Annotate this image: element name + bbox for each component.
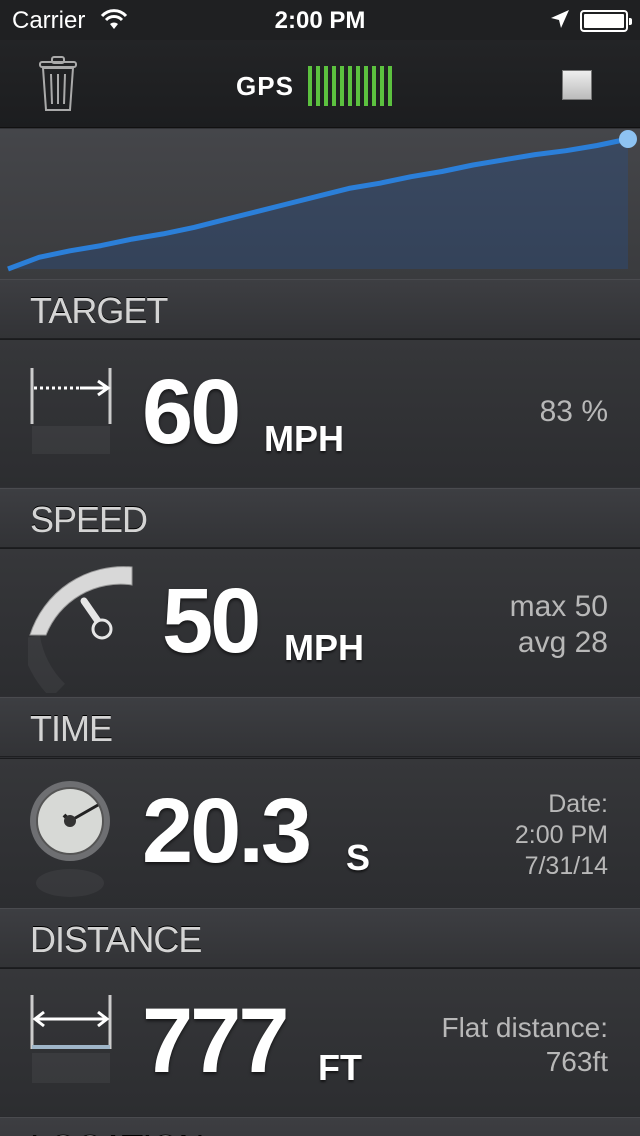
chart-area <box>8 139 628 269</box>
distance-header: DISTANCE <box>0 908 640 968</box>
target-panel[interactable]: 60 MPH 83 % <box>0 339 640 487</box>
distance-stats: Flat distance: 763ft <box>441 1011 608 1079</box>
speed-stats: max 50 avg 28 <box>510 589 608 661</box>
gps-bar <box>315 66 320 106</box>
toolbar: GPS <box>0 40 640 128</box>
battery-icon <box>580 10 632 32</box>
gps-bar <box>371 66 376 106</box>
speedometer-icon <box>28 566 133 693</box>
app-screen: Carrier 2:00 PM GPS TARGET 60 MPH 83 % S… <box>0 0 640 1136</box>
gps-bar <box>339 66 344 106</box>
gps-bar <box>347 66 352 106</box>
gps-bar <box>331 66 336 106</box>
gps-bar <box>379 66 384 106</box>
location-header: LOCATION <box>0 1117 640 1136</box>
gps-bar <box>323 66 328 106</box>
gps-indicator: GPS <box>236 66 396 106</box>
speed-max: max 50 <box>509 590 608 623</box>
target-header: TARGET <box>0 279 640 339</box>
location-title: LOCATION <box>30 1128 204 1136</box>
speed-avg: avg 28 <box>517 626 608 659</box>
speed-value: 50 <box>162 570 261 672</box>
status-bar: Carrier 2:00 PM <box>0 0 640 40</box>
status-time: 2:00 PM <box>274 7 366 34</box>
time-stats: Date: 2:00 PM 7/31/14 <box>515 789 608 882</box>
gps-bar <box>307 66 312 106</box>
time-value: 20.3 <box>142 780 312 882</box>
speed-panel[interactable]: 50 MPH max 50 avg 28 <box>0 548 640 696</box>
date-day: 7/31/14 <box>524 852 608 880</box>
gps-signal-bars <box>307 66 396 106</box>
speed-unit: MPH <box>284 627 364 668</box>
speed-chart <box>0 129 640 279</box>
distance-icon <box>30 995 112 1083</box>
distance-panel[interactable]: 777 FT Flat distance: 763ft <box>0 968 640 1116</box>
trash-icon[interactable] <box>36 56 80 112</box>
distance-title: DISTANCE <box>30 919 202 960</box>
chart-current-point <box>619 130 637 148</box>
distance-unit: FT <box>318 1047 362 1088</box>
speed-title: SPEED <box>30 499 148 540</box>
target-percent: 83 % <box>539 395 608 428</box>
speed-header: SPEED <box>0 488 640 548</box>
stop-button[interactable] <box>562 70 592 100</box>
time-panel[interactable]: 20.3 S Date: 2:00 PM 7/31/14 <box>0 758 640 906</box>
flat-distance-label: Flat distance: <box>441 1012 608 1043</box>
target-unit: MPH <box>264 418 344 459</box>
date-label: Date: <box>548 790 608 818</box>
time-header: TIME <box>0 697 640 757</box>
clock-icon <box>30 781 110 897</box>
flat-distance-value: 763ft <box>545 1046 608 1077</box>
gps-bar <box>355 66 360 106</box>
target-value: 60 <box>142 361 241 463</box>
date-time: 2:00 PM <box>514 821 608 849</box>
gps-bar <box>363 66 368 106</box>
gps-label: GPS <box>236 70 294 101</box>
target-title: TARGET <box>30 290 168 331</box>
gps-bar <box>387 66 392 106</box>
location-services-icon <box>551 10 569 28</box>
distance-value: 777 <box>142 990 289 1092</box>
time-title: TIME <box>30 708 113 749</box>
time-unit: S <box>346 837 371 878</box>
target-distance-icon <box>30 368 112 454</box>
